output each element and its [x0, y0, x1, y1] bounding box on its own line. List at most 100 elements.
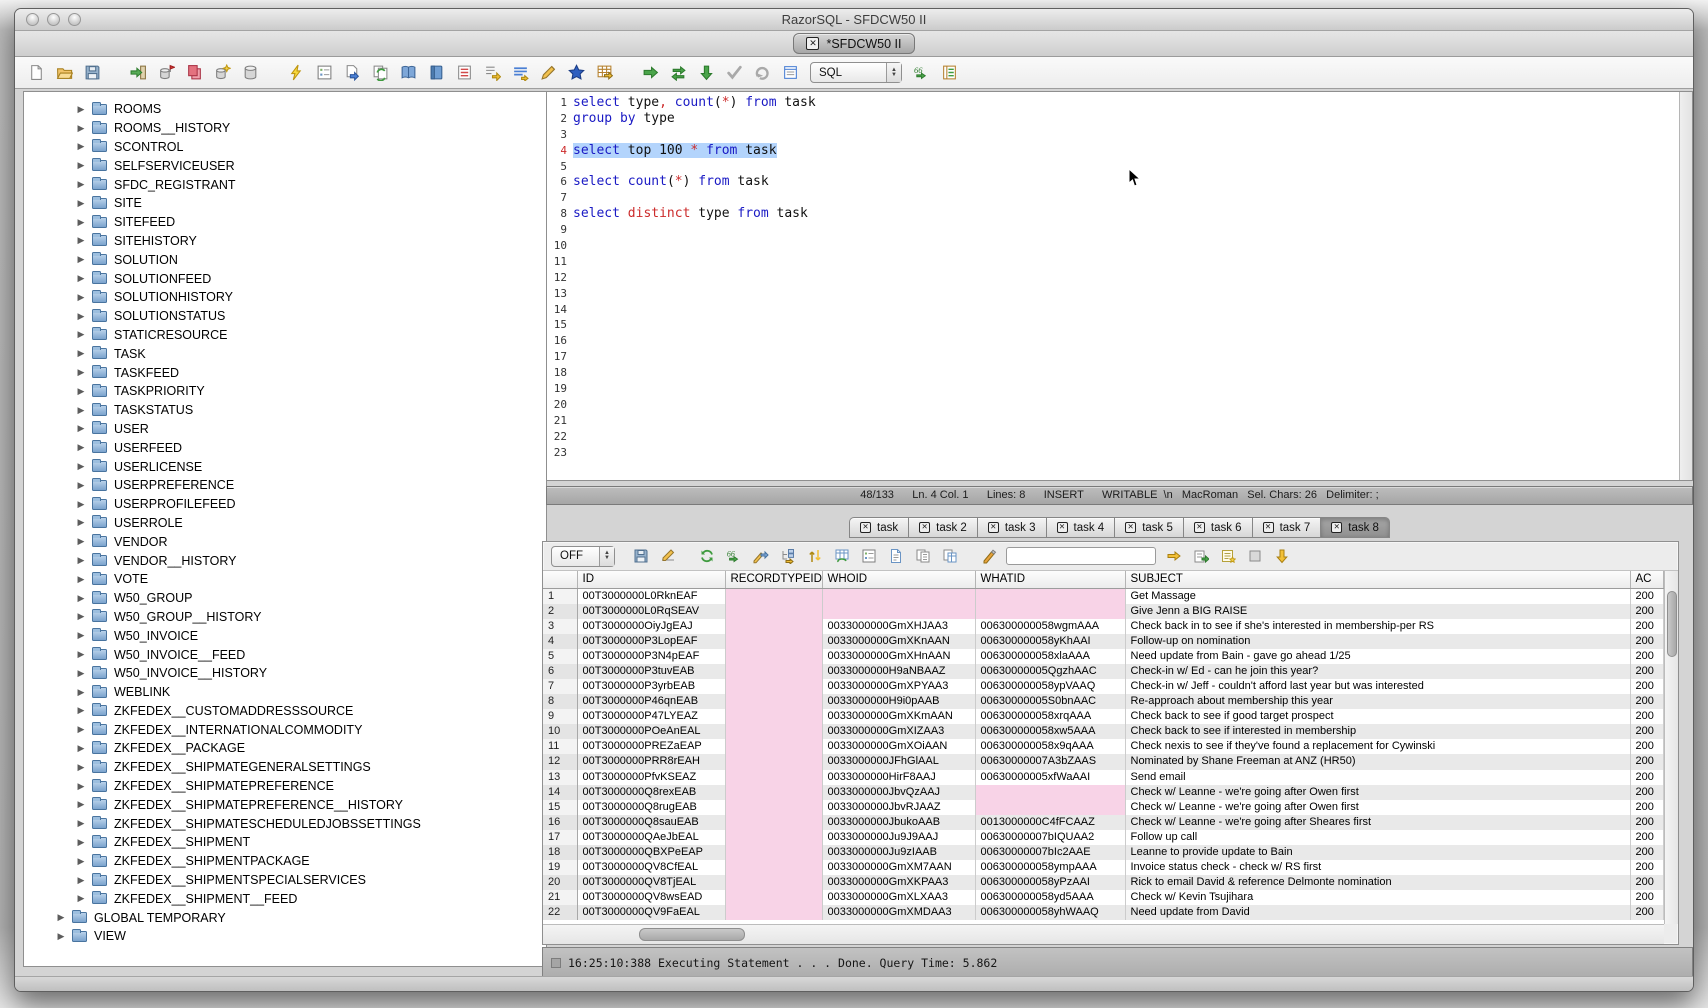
cell-whoid[interactable]: 0033000000GmXOiAAN [822, 739, 975, 754]
cell-id[interactable]: 00T3000000P46qnEAB [577, 694, 725, 709]
cell-ac[interactable]: 200 [1630, 709, 1664, 724]
tree-item-userprofilefeed[interactable]: ▶USERPROFILEFEED [24, 495, 546, 514]
cell-whatid[interactable]: 006300000058x9qAAA [975, 739, 1125, 754]
table-row[interactable]: 800T3000000P46qnEAB0033000000H9i0pAAB006… [543, 694, 1664, 709]
go-arrow-yellow-icon[interactable] [1162, 545, 1185, 568]
cell-ac[interactable]: 200 [1630, 664, 1664, 679]
tree-item-rooms[interactable]: ▶ROOMS [24, 100, 546, 119]
column-header-subject[interactable]: SUBJECT [1125, 571, 1630, 588]
connect-database-icon[interactable] [127, 61, 150, 84]
tree-item-zkfedex-shipmatepreference[interactable]: ▶ZKFEDEX__SHIPMATEPREFERENCE [24, 777, 546, 796]
list-red-icon[interactable] [453, 61, 476, 84]
expand-arrow-icon[interactable]: ▶ [76, 179, 86, 190]
cell-whatid[interactable]: 006300000058ypVAAQ [975, 679, 1125, 694]
editor-line[interactable] [573, 238, 1679, 254]
zoom-window-button[interactable] [68, 13, 81, 26]
edit-arrow-icon[interactable] [749, 545, 772, 568]
cell-whoid[interactable]: 0033000000JbukoAAB [822, 815, 975, 830]
cell-whoid[interactable]: 0033000000JbvRJAAZ [822, 800, 975, 815]
editor-line[interactable] [573, 159, 1679, 175]
cell-id[interactable]: 00T3000000L0RknEAF [577, 588, 725, 604]
close-tab-icon[interactable]: ✕ [806, 37, 819, 50]
cell-whoid[interactable]: 0033000000JbvQzAAJ [822, 785, 975, 800]
cell-subject[interactable]: Leanne to provide update to Bain [1125, 845, 1630, 860]
save-icon[interactable] [81, 61, 104, 84]
cell-id[interactable]: 00T3000000QBXPeEAP [577, 845, 725, 860]
cell-ac[interactable]: 200 [1630, 588, 1664, 604]
tree-item-userrole[interactable]: ▶USERROLE [24, 514, 546, 533]
tree-item-taskpriority[interactable]: ▶TASKPRIORITY [24, 382, 546, 401]
cell-id[interactable]: 00T3000000L0RqSEAV [577, 604, 725, 619]
cell-ac[interactable]: 200 [1630, 694, 1664, 709]
editor-line[interactable] [573, 127, 1679, 143]
cell-id[interactable]: 00T3000000PRR8rEAH [577, 754, 725, 769]
expand-arrow-icon[interactable]: ▶ [76, 668, 86, 679]
editor-line[interactable] [573, 270, 1679, 286]
expand-arrow-icon[interactable]: ▶ [76, 367, 86, 378]
refresh-results-icon[interactable] [695, 545, 718, 568]
close-result-tab-icon[interactable]: ✕ [1331, 522, 1342, 533]
book-open-icon[interactable] [397, 61, 420, 84]
cell-whatid[interactable]: 006300000058xrqAAA [975, 709, 1125, 724]
cell-subject[interactable]: Check w/ Leanne - we're going after Shea… [1125, 815, 1630, 830]
copy-table-icon[interactable] [938, 545, 961, 568]
import-data-icon[interactable] [481, 61, 504, 84]
tree-item-sfdc-registrant[interactable]: ▶SFDC_REGISTRANT [24, 175, 546, 194]
cell-id[interactable]: 00T3000000Q8rugEAB [577, 800, 725, 815]
tree-item-w50-invoice-feed[interactable]: ▶W50_INVOICE__FEED [24, 645, 546, 664]
generate-lines-icon[interactable] [509, 61, 532, 84]
cell-whatid[interactable]: 006300000058yd5AAA [975, 890, 1125, 905]
cell-whoid[interactable]: 0033000000GmXKPAA3 [822, 875, 975, 890]
table-row[interactable]: 1400T3000000Q8rexEAB0033000000JbvQzAAJCh… [543, 785, 1664, 800]
cell-subject[interactable]: Need update from Bain - gave go ahead 1/… [1125, 649, 1630, 664]
tree-item-zkfedex-shipmentspecialservices[interactable]: ▶ZKFEDEX__SHIPMENTSPECIALSERVICES [24, 871, 546, 890]
cell-subject[interactable]: Get Massage [1125, 588, 1630, 604]
tree-item-zkfedex-shipmatepreference-history[interactable]: ▶ZKFEDEX__SHIPMATEPREFERENCE__HISTORY [24, 795, 546, 814]
expand-arrow-icon[interactable]: ▶ [76, 649, 86, 660]
cell-ac[interactable]: 200 [1630, 845, 1664, 860]
expand-arrow-icon[interactable]: ▶ [76, 743, 86, 754]
result-tab-task-7[interactable]: ✕task 7 [1252, 517, 1321, 538]
close-result-tab-icon[interactable]: ✕ [919, 522, 930, 533]
cell-ac[interactable]: 200 [1630, 770, 1664, 785]
table-row[interactable]: 200T3000000L0RqSEAVGive Jenn a BIG RAISE… [543, 604, 1664, 619]
cell-subject[interactable]: Check back in to see if she's interested… [1125, 619, 1630, 634]
tree-item-w50-invoice-history[interactable]: ▶W50_INVOICE__HISTORY [24, 664, 546, 683]
cell-subject[interactable]: Check back to see if good target prospec… [1125, 709, 1630, 724]
cell-whoid[interactable]: 0033000000GmXKmAAN [822, 709, 975, 724]
new-file-icon[interactable] [25, 61, 48, 84]
cell-ac[interactable]: 200 [1630, 679, 1664, 694]
cell-whoid[interactable]: 0033000000GmXLXAA3 [822, 890, 975, 905]
cell-whoid[interactable]: 0033000000GmXIZAA3 [822, 724, 975, 739]
tree-item-scontrol[interactable]: ▶SCONTROL [24, 138, 546, 157]
expand-arrow-icon[interactable]: ▶ [76, 104, 86, 115]
editor-line[interactable] [573, 365, 1679, 381]
editor-line[interactable] [573, 429, 1679, 445]
copy-red-icon[interactable] [183, 61, 206, 84]
tree-item-solution[interactable]: ▶SOLUTION [24, 250, 546, 269]
cell-ac[interactable]: 200 [1630, 815, 1664, 830]
cell-recordtypeid[interactable] [725, 634, 822, 649]
table-row[interactable]: 1500T3000000Q8rugEAB0033000000JbvRJAAZCh… [543, 800, 1664, 815]
refresh-table-icon[interactable] [830, 545, 853, 568]
cell-whoid[interactable]: 0033000000Ju9J9AAJ [822, 830, 975, 845]
cell-whatid[interactable]: 0013000000C4fFCAAZ [975, 815, 1125, 830]
cell-whatid[interactable] [975, 604, 1125, 619]
editor-line[interactable] [573, 381, 1679, 397]
disconnect-database-icon[interactable] [155, 61, 178, 84]
editor-line[interactable]: group by type [573, 111, 1679, 127]
editor-line[interactable]: select type, count(*) from task [573, 95, 1679, 111]
cell-id[interactable]: 00T3000000PREZaEAP [577, 739, 725, 754]
execute-arrow-right-icon[interactable] [639, 61, 662, 84]
cell-whoid[interactable] [822, 588, 975, 604]
tree-item-sitefeed[interactable]: ▶SITEFEED [24, 213, 546, 232]
results-vertical-scrollbar[interactable] [1664, 571, 1678, 924]
cell-id[interactable]: 00T3000000Q8rexEAB [577, 785, 725, 800]
cell-id[interactable]: 00T3000000QV8wsEAD [577, 890, 725, 905]
result-tab-task-6[interactable]: ✕task 6 [1183, 517, 1252, 538]
cell-recordtypeid[interactable] [725, 845, 822, 860]
cell-id[interactable]: 00T3000000QAeJbEAL [577, 830, 725, 845]
edit-results-icon[interactable] [656, 545, 679, 568]
cell-subject[interactable]: Check nexis to see if they've found a re… [1125, 739, 1630, 754]
expand-arrow-icon[interactable]: ▶ [76, 630, 86, 641]
